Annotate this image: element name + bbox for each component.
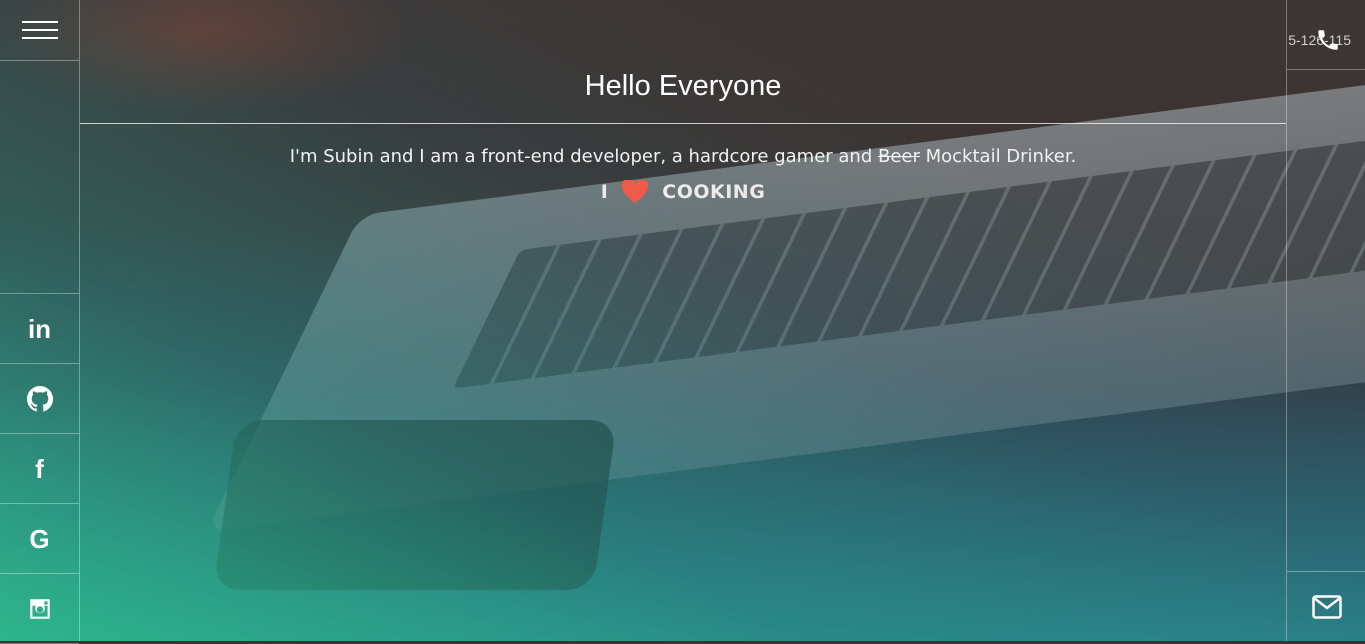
facebook-link[interactable]: f <box>0 434 79 504</box>
linkedin-icon: in <box>27 313 52 344</box>
instagram-icon <box>29 598 50 619</box>
love-line: I COOKING <box>80 180 1286 204</box>
phone-contact[interactable]: 5-126-115 <box>1287 0 1365 70</box>
intro-text: I'm Subin and I am a front-end developer… <box>80 146 1286 167</box>
google-icon: G <box>29 523 50 554</box>
linkedin-link[interactable]: in <box>0 294 79 364</box>
love-word: COOKING <box>662 181 766 203</box>
love-prefix: I <box>600 181 609 203</box>
heart-icon <box>622 180 649 203</box>
github-icon <box>26 385 53 411</box>
phone-icon <box>1315 27 1341 53</box>
header: Hello Everyone <box>80 0 1286 124</box>
struck-word: Beer <box>877 146 920 167</box>
mail-icon <box>1311 594 1342 619</box>
facebook-icon: f <box>35 453 44 484</box>
github-link[interactable] <box>0 364 79 434</box>
menu-button[interactable] <box>0 0 79 61</box>
left-sidebar: in f G <box>0 0 80 644</box>
intro-text-start: I'm Subin and I am a front-end developer… <box>289 146 878 167</box>
google-link[interactable]: G <box>0 504 79 574</box>
right-sidebar: 5-126-115 <box>1286 0 1365 641</box>
social-links: in f G <box>0 293 79 644</box>
intro-text-end: Mocktail Drinker. <box>919 146 1077 167</box>
instagram-link[interactable] <box>0 574 79 644</box>
page-title: Hello Everyone <box>584 70 782 102</box>
mail-button[interactable] <box>1287 571 1365 641</box>
hamburger-menu-icon <box>21 15 58 45</box>
